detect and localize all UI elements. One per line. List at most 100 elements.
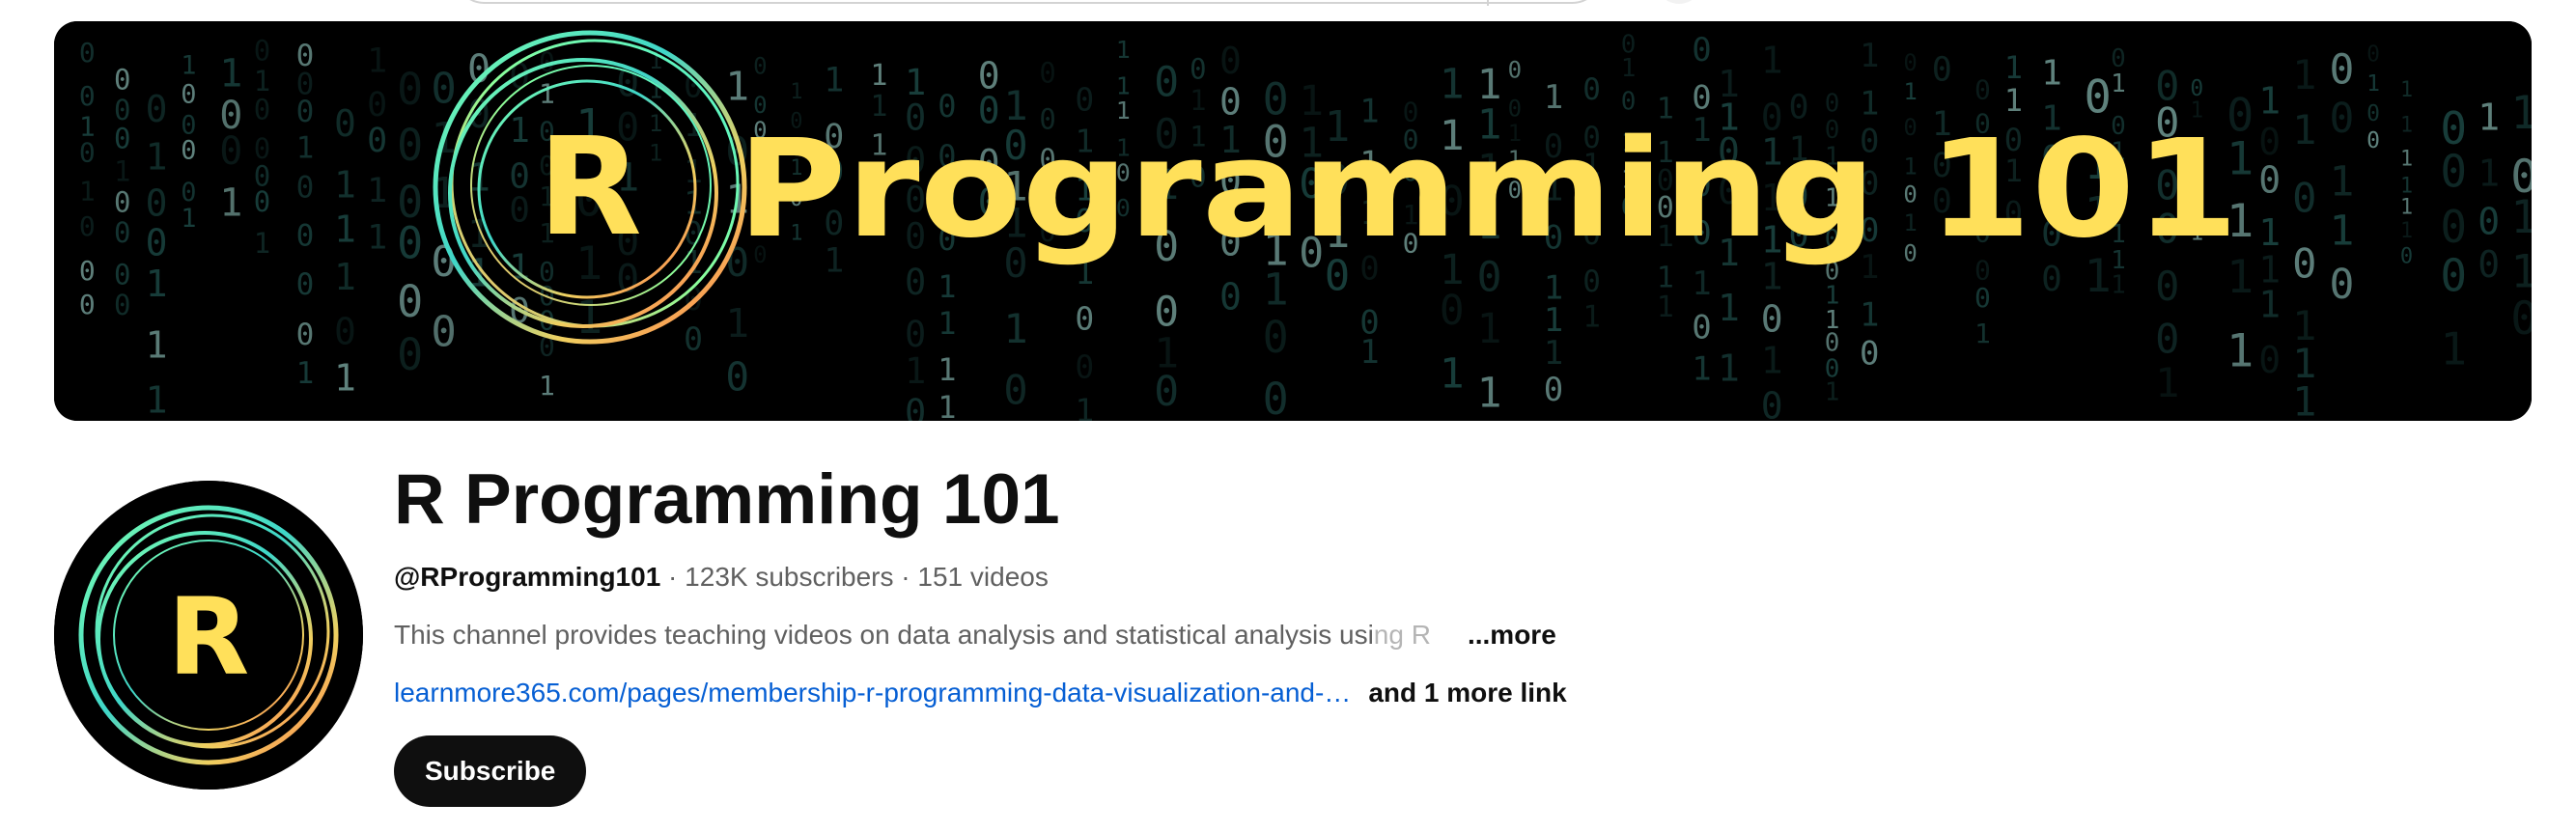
channel-avatar[interactable]: R <box>54 481 363 790</box>
binary-digit: 1 <box>1075 391 1094 421</box>
binary-digit: 0 <box>79 255 96 287</box>
binary-digit: 0 <box>2330 261 2355 309</box>
binary-digit: 1 <box>2155 359 2179 406</box>
binary-digit: 1 <box>2478 97 2500 139</box>
binary-digit: 1 <box>1860 37 1879 75</box>
binary-digit: 1 <box>334 256 356 298</box>
banner-logo-letter: R <box>538 109 642 266</box>
binary-digit: 0 <box>1075 347 1094 385</box>
binary-digit: 1 <box>790 80 802 104</box>
binary-digit: 1 <box>2258 283 2281 325</box>
binary-digit: 0 <box>1582 72 1601 107</box>
binary-digit: 1 <box>1263 264 1289 316</box>
binary-digit: 0 <box>431 308 457 357</box>
binary-digit: 1 <box>367 42 387 80</box>
binary-digit: 1 <box>2258 211 2281 254</box>
description-visible: This channel provides teaching videos on… <box>394 620 1374 650</box>
voice-search-button[interactable] <box>1656 0 1702 4</box>
binary-digit: 1 <box>2292 378 2316 421</box>
binary-digit: 0 <box>114 289 130 321</box>
banner-image: 0010100000010000010011110000110010100001… <box>54 21 2532 421</box>
binary-digit: 1 <box>1974 318 1991 349</box>
binary-digit: 1 <box>1544 334 1563 373</box>
subscribe-button[interactable]: Subscribe <box>394 735 587 807</box>
description-more-button[interactable]: ...more <box>1468 618 1556 652</box>
binary-digit: 0 <box>2366 128 2380 153</box>
binary-digit: 1 <box>219 180 242 225</box>
binary-digit: 1 <box>2478 153 2500 195</box>
binary-digit: 1 <box>1718 347 1740 389</box>
channel-external-link[interactable]: learnmore365.com/pages/membership-r-prog… <box>394 676 1351 710</box>
binary-digit: 0 <box>1075 300 1094 338</box>
binary-digit: 0 <box>254 35 270 68</box>
binary-digit: 0 <box>753 52 767 79</box>
binary-digit: 1 <box>1477 305 1502 353</box>
binary-digit: 0 <box>367 122 387 160</box>
binary-digit: 1 <box>2510 87 2532 140</box>
binary-digit: 0 <box>114 259 130 291</box>
more-links-button[interactable]: and 1 more link <box>1368 676 1566 710</box>
binary-digit: 0 <box>397 276 423 327</box>
binary-digit: 0 <box>2155 316 2179 363</box>
binary-digit: 1 <box>1761 39 1783 81</box>
binary-digit: 0 <box>181 79 196 109</box>
binary-digit: 0 <box>397 64 423 115</box>
binary-digit: 1 <box>1761 339 1783 381</box>
binary-digit: 1 <box>2292 106 2316 153</box>
binary-digit: 0 <box>1692 308 1711 347</box>
binary-digit: 1 <box>1860 295 1879 334</box>
binary-digit: 0 <box>2155 263 2179 310</box>
binary-digit: 1 <box>1621 54 1637 83</box>
binary-digit: 0 <box>79 136 96 168</box>
binary-digit: 1 <box>1116 36 1131 64</box>
binary-digit: 1 <box>334 357 356 400</box>
binary-digit: 1 <box>2440 322 2467 374</box>
binary-digit: 1 <box>1692 264 1711 303</box>
binary-digit: 0 <box>431 64 457 113</box>
binary-digit: 0 <box>1903 49 1917 76</box>
binary-digit: 1 <box>219 52 242 97</box>
binary-digit: 1 <box>146 324 168 367</box>
binary-digit: 0 <box>2400 245 2413 269</box>
subscriber-count: 123K subscribers <box>685 562 894 592</box>
binary-digit: 1 <box>2400 78 2413 102</box>
binary-digit: 0 <box>1761 298 1783 341</box>
binary-digit: 0 <box>1263 312 1289 363</box>
channel-description[interactable]: This channel provides teaching videos on… <box>394 618 2228 652</box>
search-box[interactable] <box>454 0 1603 6</box>
binary-digit: 1 <box>575 291 602 345</box>
binary-digit: 0 <box>2330 46 2355 95</box>
binary-digit: 1 <box>1359 333 1379 372</box>
binary-digit: 1 <box>334 208 356 251</box>
binary-digit: 0 <box>2440 201 2467 253</box>
binary-digit: 0 <box>1860 335 1879 374</box>
binary-digit: 1 <box>2330 158 2355 207</box>
top-bar <box>0 0 2576 8</box>
banner-title-text: Programming 101 <box>738 111 2239 268</box>
binary-digit: 1 <box>2400 148 2413 172</box>
binary-digit: 1 <box>1657 291 1674 324</box>
binary-digit: 0 <box>1544 371 1563 409</box>
binary-digit: 1 <box>334 164 356 207</box>
binary-digit: 0 <box>725 354 749 401</box>
binary-digit: 1 <box>870 59 887 93</box>
binary-digit: 0 <box>397 329 423 380</box>
binary-digit: 1 <box>2330 208 2355 256</box>
binary-digit: 0 <box>146 222 168 264</box>
binary-digit: 0 <box>1219 40 1242 82</box>
binary-digit: 0 <box>1263 374 1289 421</box>
binary-digit: 1 <box>2366 71 2380 97</box>
description-faded: ng R <box>1373 620 1431 650</box>
binary-digit: 1 <box>79 176 96 208</box>
binary-digit: 1 <box>254 227 270 260</box>
binary-digit: 0 <box>1003 367 1027 414</box>
binary-digit: 0 <box>2292 174 2316 221</box>
binary-digit: 1 <box>296 356 315 391</box>
binary-digit: 1 <box>367 172 387 210</box>
binary-digit: 0 <box>905 392 926 421</box>
binary-digit: 1 <box>2041 54 2062 94</box>
binary-digit: 1 <box>296 130 315 165</box>
binary-digit: 1 <box>905 350 926 392</box>
binary-digit: 1 <box>2400 219 2413 243</box>
binary-digit: 1 <box>2510 191 2532 244</box>
